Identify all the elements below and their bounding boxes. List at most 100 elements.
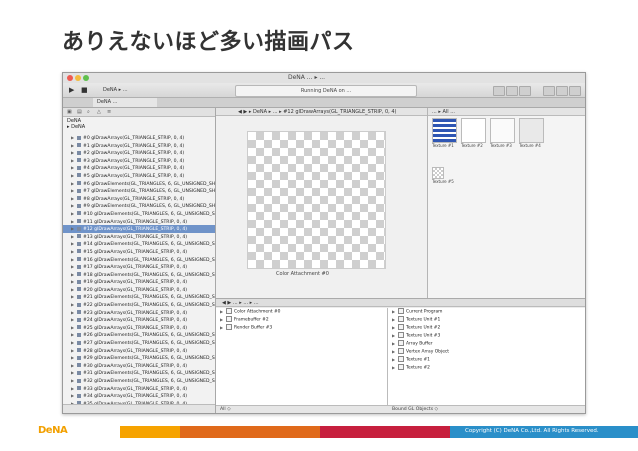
frame-row[interactable]: ▶ #33 glDrawArrays(GL_TRIANGLE_STRIP, 0, … [63,385,215,393]
scope-selector[interactable]: All ◇ [220,406,231,413]
frame-row[interactable]: ▶ #13 glDrawArrays(GL_TRIANGLE_STRIP, 0, … [63,233,215,241]
xcode-window: DeNA ... ▸ ... ▶ ■ DeNA ▸ ... Running De… [62,72,586,414]
draw-call-icon [77,279,81,284]
gl-object-row[interactable]: ▶ Texture Unit #2 [388,324,585,332]
gl-object-row[interactable]: ▶ Texture Unit #1 [388,316,585,324]
texture-thumbnail[interactable] [490,118,515,143]
texture-thumbnail[interactable] [432,167,444,179]
frame-row[interactable]: ▶ #11 glDrawArrays(GL_TRIANGLE_STRIP, 0, … [63,218,215,226]
frame-row[interactable]: ▶ #8 glDrawArrays(GL_TRIANGLE_STRIP, 0, 4… [63,195,215,203]
frame-row[interactable]: ▶ #26 glDrawElements(GL_TRIANGLES, 6, GL_… [63,331,215,339]
frame-row[interactable]: ▶ #1 glDrawArrays(GL_TRIANGLE_STRIP, 0, 4… [63,142,215,150]
frame-row[interactable]: ▶ #34 glDrawArrays(GL_TRIANGLE_STRIP, 0, … [63,392,215,400]
draw-call-icon [77,234,81,239]
frame-row[interactable]: ▶ #7 glDrawElements(GL_TRIANGLES, 6, GL_U… [63,187,215,195]
minimize-window-button[interactable] [75,75,81,81]
frame-row-label: #19 glDrawArrays(GL_TRIANGLE_STRIP, 0, 4… [83,280,188,286]
frame-row[interactable]: ▶ #6 glDrawElements(GL_TRIANGLES, 6, GL_U… [63,180,215,188]
frame-editor: ◀ ▶ ▸ DeNA ▸ ... ▸ #12 glDrawArrays(GL_T… [216,108,427,298]
texture-thumbnail[interactable] [461,118,486,143]
debug-bar[interactable]: ◀ ▶ ... ▸ ... ▸ ... [216,298,585,307]
texture-thumbnail[interactable] [519,118,544,143]
gl-object-row[interactable]: ▶ Texture #1 [388,356,585,364]
gl-object-row[interactable]: ▶ Framebuffer #2 [216,316,387,324]
frame-row[interactable]: ▶ #20 glDrawArrays(GL_TRIANGLE_STRIP, 0, … [63,286,215,294]
frame-row[interactable]: ▶ #19 glDrawArrays(GL_TRIANGLE_STRIP, 0, … [63,278,215,286]
frame-row[interactable]: ▶ #16 glDrawElements(GL_TRIANGLES, 6, GL_… [63,256,215,264]
frame-row[interactable]: ▶ #3 glDrawArrays(GL_TRIANGLE_STRIP, 0, 4… [63,157,215,165]
frame-row[interactable]: ▶ #25 glDrawArrays(GL_TRIANGLE_STRIP, 0, … [63,324,215,332]
frame-row[interactable]: ▶ #27 glDrawElements(GL_TRIANGLES, 6, GL_… [63,339,215,347]
tab-bar: DeNA ... [63,98,585,108]
brand-segment [320,426,450,438]
frame-row[interactable]: ▶ #9 glDrawElements(GL_TRIANGLES, 6, GL_U… [63,202,215,210]
brand-segment [180,426,320,438]
frame-row[interactable]: ▶ #30 glDrawArrays(GL_TRIANGLE_STRIP, 0, … [63,362,215,370]
gl-object-icon [226,316,232,322]
gl-object-row[interactable]: ▶ Current Program [388,308,585,316]
slide-title: ありえないほど多い描画パス [62,30,355,55]
window-title: DeNA ... ▸ ... [288,74,326,81]
frame-row[interactable]: ▶ #0 glDrawArrays(GL_TRIANGLE_STRIP, 0, 4… [63,134,215,142]
frame-row[interactable]: ▶ #22 glDrawElements(GL_TRIANGLES, 6, GL_… [63,301,215,309]
utilities-toggle-button[interactable] [569,86,581,96]
folder-icon[interactable]: ▣ [67,109,72,115]
gl-object-row[interactable]: ▶ Render Buffer #3 [216,324,387,332]
resource-inspector: ... ▸ All ... Texture #1 Texture #2 Text… [427,108,585,298]
scheme-selector[interactable]: DeNA ▸ ... [103,86,213,94]
jump-bar[interactable]: ◀ ▶ ▸ DeNA ▸ ... ▸ #12 glDrawArrays(GL_T… [216,108,427,116]
frame-row[interactable]: ▶ #4 glDrawArrays(GL_TRIANGLE_STRIP, 0, 4… [63,164,215,172]
editor-version-button[interactable] [519,86,531,96]
frame-row[interactable]: ▶ #17 glDrawArrays(GL_TRIANGLE_STRIP, 0, … [63,263,215,271]
frame-row[interactable]: ▶ #10 glDrawElements(GL_TRIANGLES, 6, GL_… [63,210,215,218]
editor-assistant-button[interactable] [506,86,518,96]
debug-toggle-button[interactable] [556,86,568,96]
gl-object-label: Texture #2 [406,365,430,371]
issue-icon[interactable]: △ [97,109,101,115]
inspector-bar[interactable]: ... ▸ All ... [428,108,585,116]
gl-object-row[interactable]: ▶ Vertex Array Object [388,348,585,356]
gl-object-icon [226,324,232,330]
frame-row[interactable]: ▶ #2 glDrawArrays(GL_TRIANGLE_STRIP, 0, 4… [63,149,215,157]
symbol-icon[interactable]: ▤ [77,109,82,115]
close-window-button[interactable] [67,75,73,81]
frame-row[interactable]: ▶ #12 glDrawArrays(GL_TRIANGLE_STRIP, 0, … [63,225,215,233]
gl-object-row[interactable]: ▶ Texture Unit #3 [388,332,585,340]
frame-row[interactable]: ▶ #24 glDrawArrays(GL_TRIANGLE_STRIP, 0, … [63,316,215,324]
frame-row[interactable]: ▶ #18 glDrawElements(GL_TRIANGLES, 6, GL_… [63,271,215,279]
gl-object-row[interactable]: ▶ Texture #2 [388,364,585,372]
title-bar: DeNA ... ▸ ... [63,73,585,83]
navigator-root[interactable]: DeNA ▸ DeNA [67,118,85,130]
gl-object-row[interactable]: ▶ Color Attachment #0 [216,308,387,316]
frame-row[interactable]: ▶ #15 glDrawArrays(GL_TRIANGLE_STRIP, 0, … [63,248,215,256]
frame-row-label: #5 glDrawArrays(GL_TRIANGLE_STRIP, 0, 4) [83,173,185,179]
frame-row[interactable]: ▶ #29 glDrawElements(GL_TRIANGLES, 6, GL_… [63,354,215,362]
frame-row[interactable]: ▶ #21 glDrawElements(GL_TRIANGLES, 6, GL_… [63,293,215,301]
objects-selector[interactable]: Bound GL Objects ◇ [392,406,438,413]
navigator-toggle-button[interactable] [543,86,555,96]
frame-row[interactable]: ▶ #32 glDrawElements(GL_TRIANGLES, 6, GL_… [63,377,215,385]
navigator-filter-bar[interactable] [63,404,215,413]
frame-row-label: #23 glDrawArrays(GL_TRIANGLE_STRIP, 0, 4… [83,310,188,316]
frame-row[interactable]: ▶ #23 glDrawArrays(GL_TRIANGLE_STRIP, 0, … [63,309,215,317]
draw-call-icon [77,355,81,360]
frame-row[interactable]: ▶ #28 glDrawArrays(GL_TRIANGLE_STRIP, 0, … [63,347,215,355]
frame-row-label: #21 glDrawElements(GL_TRIANGLES, 6, GL_U… [83,295,215,301]
stop-icon[interactable]: ■ [81,86,88,94]
frame-row[interactable]: ▶ #14 glDrawElements(GL_TRIANGLES, 6, GL_… [63,240,215,248]
search-icon[interactable]: ⌕ [87,109,90,115]
tab-main[interactable]: DeNA ... [93,98,157,107]
frame-row-label: #22 glDrawElements(GL_TRIANGLES, 6, GL_U… [83,303,215,309]
draw-call-icon [77,181,81,186]
play-icon[interactable]: ▶ [69,86,74,94]
gl-object-icon [398,308,404,314]
draw-call-icon [77,203,81,208]
frame-row[interactable]: ▶ #31 glDrawElements(GL_TRIANGLES, 6, GL_… [63,369,215,377]
gl-object-row[interactable]: ▶ Array Buffer [388,340,585,348]
gl-object-label: Render Buffer #3 [234,325,273,331]
zoom-window-button[interactable] [83,75,89,81]
texture-thumbnail[interactable] [432,118,457,143]
frame-row[interactable]: ▶ #5 glDrawArrays(GL_TRIANGLE_STRIP, 0, 4… [63,172,215,180]
editor-standard-button[interactable] [493,86,505,96]
debug-icon[interactable]: ≡ [107,109,111,115]
